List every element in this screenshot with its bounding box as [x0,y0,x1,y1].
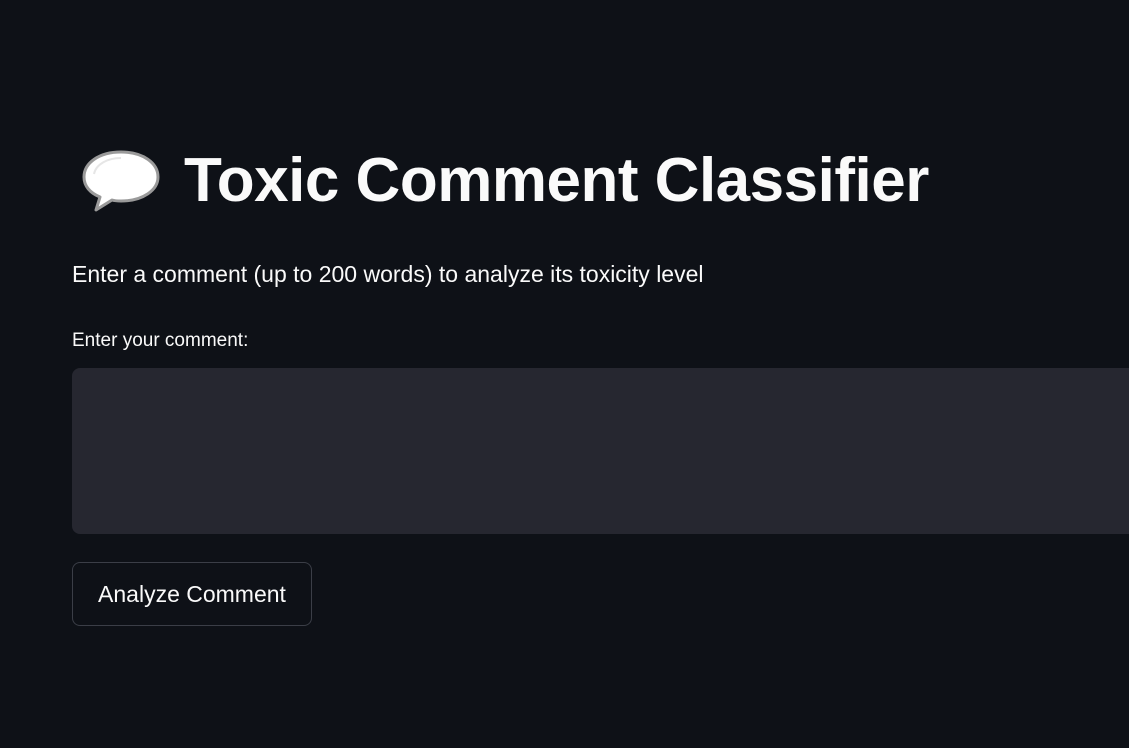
comment-field-label: Enter your comment: [72,330,249,351]
app-main: Toxic Comment Classifier Enter a comment… [0,0,1129,748]
page-header: Toxic Comment Classifier [80,148,929,214]
comment-input[interactable] [72,368,1129,534]
page-description: Enter a comment (up to 200 words) to ana… [72,261,704,287]
page-title: Toxic Comment Classifier [184,146,929,215]
analyze-comment-button[interactable]: Analyze Comment [72,562,312,626]
speech-bubble-icon [80,148,162,214]
